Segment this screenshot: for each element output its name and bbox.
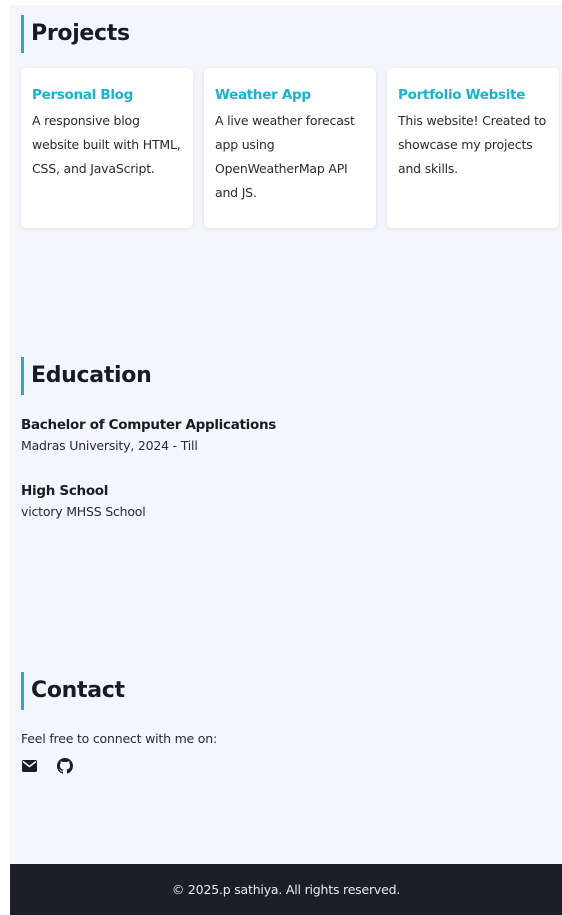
project-card-description: A responsive blog website built with HTM… <box>32 113 181 176</box>
project-card-personal-blog[interactable]: Personal Blog A responsive blog website … <box>21 68 193 228</box>
project-card-title: Portfolio Website <box>398 87 526 103</box>
envelope-icon <box>21 760 37 772</box>
email-link[interactable] <box>21 758 37 774</box>
education-heading: Education <box>21 357 152 395</box>
footer: © 2025.p sathiya. All rights reserved. <box>10 864 562 915</box>
project-cards: Personal Blog A responsive blog website … <box>21 68 559 228</box>
education-degree: High School <box>21 483 109 499</box>
project-card-title: Personal Blog <box>32 87 134 103</box>
education-degree: Bachelor of Computer Applications <box>21 417 277 433</box>
github-icon <box>57 758 73 774</box>
education-school: Madras University, 2024 - Till <box>21 438 198 453</box>
project-card-description: This website! Created to showcase my pro… <box>398 113 547 176</box>
education-item: Bachelor of Computer Applications Madras… <box>21 415 276 457</box>
contact-heading: Contact <box>21 672 125 710</box>
footer-copyright: © 2025.p sathiya. All rights reserved. <box>171 882 401 897</box>
project-card-title: Weather App <box>215 87 311 103</box>
project-card-description: A live weather forecast app using OpenWe… <box>215 113 355 200</box>
contact-text: Feel free to connect with me on: <box>21 731 217 746</box>
page: Projects Personal Blog A responsive blog… <box>10 5 562 910</box>
github-link[interactable] <box>57 758 73 774</box>
education-school: victory MHSS School <box>21 504 146 519</box>
contact-links <box>21 756 73 776</box>
education-item: High School victory MHSS School <box>21 481 146 523</box>
project-card-weather-app[interactable]: Weather App A live weather forecast app … <box>204 68 376 228</box>
project-card-portfolio-website[interactable]: Portfolio Website This website! Created … <box>387 68 559 228</box>
projects-heading: Projects <box>21 15 130 53</box>
